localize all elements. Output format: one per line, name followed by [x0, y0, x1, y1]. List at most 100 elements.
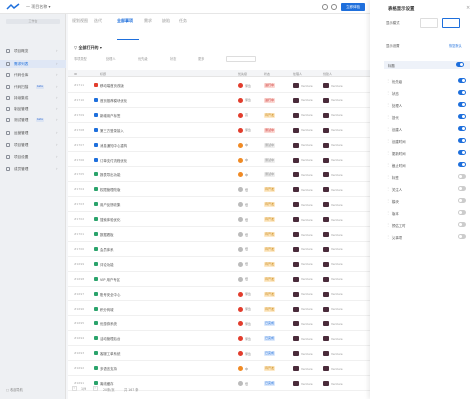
row-assignee[interactable]: Venture	[301, 367, 313, 371]
row-assignee[interactable]: Venture	[301, 158, 313, 162]
sidebar-item[interactable]: 项目概览 ›	[0, 47, 66, 55]
row-title[interactable]: 首页推荐模块优化	[100, 98, 127, 103]
row-title[interactable]: VIP 用户专区	[100, 277, 120, 282]
row-assignee[interactable]: Venture	[301, 98, 313, 102]
row-assignee[interactable]: Venture	[301, 292, 313, 296]
row-priority[interactable]: 紧急	[245, 307, 251, 311]
status-badge[interactable]: 待开发	[264, 306, 276, 312]
status-badge[interactable]: 待开发	[264, 291, 276, 297]
column-header[interactable]: 标题	[100, 72, 106, 76]
row-priority[interactable]: 紧急	[245, 352, 251, 356]
row-assignee[interactable]: Venture	[301, 382, 313, 386]
status-badge[interactable]: 已完成	[264, 321, 276, 327]
row-assignee[interactable]: Venture	[301, 233, 313, 237]
row-priority[interactable]: 紧急	[245, 128, 251, 132]
tab[interactable]: 需求	[144, 18, 152, 24]
row-priority[interactable]: 紧急	[245, 98, 251, 102]
column-visibility-toggle[interactable]	[458, 114, 466, 119]
row-assignee[interactable]: Venture	[301, 337, 313, 341]
row-priority[interactable]: 低	[245, 233, 248, 237]
status-badge[interactable]: 待开发	[264, 276, 276, 282]
status-badge[interactable]: 待开发	[264, 202, 276, 208]
help-icon[interactable]	[322, 4, 328, 10]
row-priority[interactable]: 低	[245, 262, 248, 266]
column-visibility-toggle[interactable]	[458, 198, 466, 203]
row-assignee[interactable]: Venture	[301, 307, 313, 311]
status-badge[interactable]: 进行中	[264, 83, 276, 88]
column-header[interactable]: 状态	[264, 72, 270, 76]
status-badge[interactable]: 待开发	[264, 246, 276, 252]
reset-default-link[interactable]: 恢复默认	[449, 43, 462, 48]
column-visibility-toggle[interactable]	[458, 78, 466, 83]
sidebar-item[interactable]: 代码仓库 ›	[0, 71, 66, 79]
status-badge[interactable]: 测试中	[264, 127, 276, 133]
row-title[interactable]: 搜索体验优化	[100, 217, 120, 222]
row-title[interactable]: 多语言支持	[100, 366, 117, 371]
sidebar-item[interactable]: 项目管理 ›	[0, 141, 66, 149]
column-visibility-toggle[interactable]	[458, 150, 466, 155]
row-assignee[interactable]: Venture	[301, 84, 313, 88]
sidebar-item[interactable]: 项目设置 ›	[0, 153, 66, 161]
project-selector[interactable]: 一 项目名称 ▾	[26, 4, 51, 10]
collapse-nav-button[interactable]: □ 收起导航	[6, 387, 56, 392]
status-badge[interactable]: 测试中	[264, 142, 276, 148]
row-title[interactable]: 优惠券系统	[100, 321, 117, 326]
filter-chip[interactable]: 更多	[198, 56, 204, 62]
row-title[interactable]: 订单支付流程优化	[100, 158, 127, 163]
action-button[interactable]: 立即体验	[341, 3, 365, 11]
status-badge[interactable]: 待开发	[264, 112, 276, 118]
row-title[interactable]: 积分商城	[100, 307, 114, 312]
row-priority[interactable]: 中	[245, 173, 248, 177]
status-badge[interactable]: 待开发	[264, 217, 276, 223]
row-priority[interactable]: 紧急	[245, 322, 251, 326]
row-priority[interactable]: 高	[245, 113, 248, 117]
column-visibility-toggle[interactable]	[458, 174, 466, 179]
notification-icon[interactable]	[331, 4, 337, 10]
close-icon[interactable]: ×	[466, 5, 470, 11]
row-title[interactable]: 数据看板	[100, 232, 114, 237]
row-priority[interactable]: 低	[245, 247, 248, 251]
column-visibility-toggle[interactable]	[458, 90, 466, 95]
status-badge[interactable]: 待开发	[264, 261, 276, 267]
column-header[interactable]: ID	[74, 72, 77, 76]
sidebar-search[interactable]: 工作台	[6, 19, 60, 24]
column-header[interactable]: 优先级	[238, 72, 247, 76]
row-priority[interactable]: 紧急	[245, 337, 251, 341]
page-size-select[interactable]: 20条/页	[103, 387, 115, 392]
row-assignee[interactable]: Venture	[301, 128, 313, 132]
status-badge[interactable]: 已完成	[264, 351, 276, 357]
row-assignee[interactable]: Venture	[301, 203, 313, 207]
row-title[interactable]: 消息通知中心重构	[100, 143, 127, 148]
row-assignee[interactable]: Venture	[301, 188, 313, 192]
filter-chip[interactable]: 处理人	[106, 56, 116, 62]
column-visibility-toggle[interactable]	[458, 186, 466, 191]
tab[interactable]: 全部事项	[117, 18, 133, 24]
row-priority[interactable]: 低	[245, 277, 248, 281]
sidebar-item[interactable]: 测试管理 beta ›	[0, 116, 66, 124]
status-badge[interactable]: 待开发	[264, 366, 276, 372]
column-header[interactable]: 创建人	[323, 72, 332, 76]
sidebar-item[interactable]: 持续集成 ›	[0, 94, 66, 102]
column-visibility-toggle[interactable]	[458, 222, 466, 227]
search-input[interactable]	[226, 56, 256, 62]
row-priority[interactable]: 低	[245, 218, 248, 222]
row-title[interactable]: 新增用户标签	[100, 113, 120, 118]
status-badge[interactable]: 待开发	[264, 187, 276, 193]
column-visibility-toggle[interactable]	[458, 210, 466, 215]
view-filter[interactable]: ▽ 全部打开的 ▾	[74, 45, 102, 51]
row-assignee[interactable]: Venture	[301, 322, 313, 326]
tab[interactable]: 规划视图	[72, 18, 88, 24]
sidebar-item[interactable]: 成员管理 ›	[0, 165, 66, 173]
column-visibility-toggle[interactable]	[458, 234, 466, 239]
sidebar-item[interactable]: 需求列表 ›	[0, 60, 66, 68]
row-priority[interactable]: 低	[245, 188, 248, 192]
row-title[interactable]: 用户反馈收集	[100, 202, 120, 207]
row-assignee[interactable]: Venture	[301, 352, 313, 356]
filter-chip[interactable]: 优先级	[138, 56, 148, 62]
status-badge[interactable]: 待开发	[264, 232, 276, 237]
row-title[interactable]: 客服工单系统	[100, 351, 120, 356]
column-visibility-toggle[interactable]	[458, 138, 466, 143]
row-priority[interactable]: 中	[245, 367, 248, 371]
filter-chip[interactable]: 状态	[170, 56, 176, 62]
tab[interactable]: 缺陷	[162, 18, 170, 24]
